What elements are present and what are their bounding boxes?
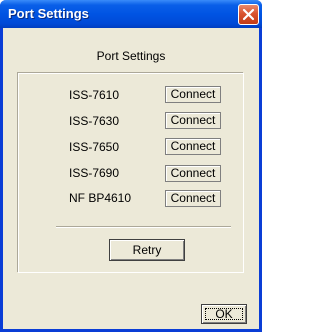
port-name: ISS-7650	[69, 140, 120, 154]
retry-button[interactable]: Retry	[109, 239, 185, 261]
dialog-heading: Port Settings	[96, 49, 166, 63]
port-name: ISS-7630	[69, 114, 120, 128]
separator	[56, 226, 231, 228]
title-bar[interactable]: Port Settings	[0, 0, 262, 28]
port-name: NF BP4610	[69, 191, 132, 205]
ok-label: OK	[215, 307, 233, 321]
port-status: Connect	[165, 190, 221, 207]
ok-button[interactable]: OK	[201, 304, 247, 324]
port-name: ISS-7690	[69, 166, 120, 180]
port-name: ISS-7610	[69, 88, 120, 102]
port-status: Connect	[165, 112, 221, 129]
port-settings-window: Port Settings Port Settings ISS-7610 Con…	[0, 0, 262, 332]
close-button[interactable]	[238, 4, 259, 25]
close-icon	[242, 8, 255, 21]
port-status: Connect	[165, 165, 221, 182]
window-title: Port Settings	[8, 6, 89, 21]
port-status: Connect	[165, 138, 221, 155]
port-status: Connect	[165, 86, 221, 103]
